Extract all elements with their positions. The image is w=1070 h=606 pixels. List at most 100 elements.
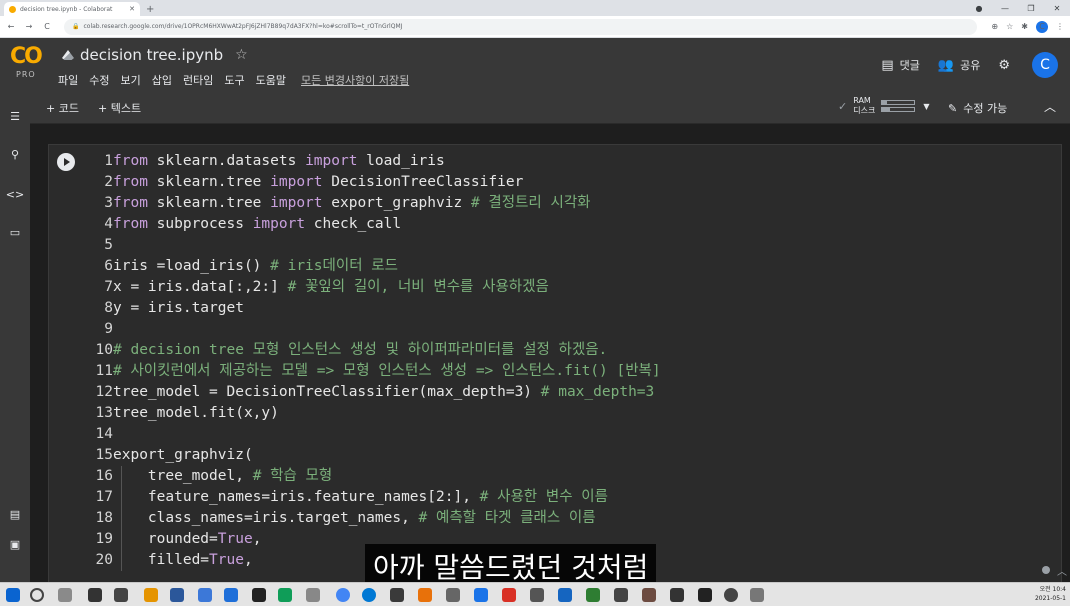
code-line[interactable]: 1 from sklearn.datasets import load_iris [87,151,1047,172]
close-window-button[interactable]: ✕ [1044,4,1070,13]
code-line[interactable]: 14 [87,424,1047,445]
code-line[interactable]: 18 class_names=iris.target_names, # 예측할 … [87,508,1047,529]
browser-profile-avatar[interactable]: C [1036,20,1048,33]
browser-menu-icon[interactable]: ⋮ [1056,22,1064,31]
app-icon[interactable] [502,588,516,602]
colab-header: CO PRO decision tree.ipynb ☆ 파일 수정 보기 삽입… [0,38,1070,94]
app-icon[interactable] [390,588,404,602]
bookmark-star-icon[interactable]: ☆ [1006,22,1013,31]
collapse-header-icon[interactable]: ︿ [1044,98,1056,115]
code-line[interactable]: 4 from subprocess import check_call [87,214,1047,235]
code-line[interactable]: 6 iris =load_iris() # iris데이터 로드 [87,256,1047,277]
save-status-link[interactable]: 모든 변경사항이 저장됨 [301,72,409,88]
app-icon[interactable] [750,588,764,602]
search-taskbar-icon[interactable] [30,588,44,602]
menu-edit[interactable]: 수정 [89,72,109,88]
app-icon[interactable] [474,588,488,602]
resource-dropdown-icon[interactable]: ▼ [923,102,929,111]
menu-tools[interactable]: 도구 [224,72,244,88]
menu-view[interactable]: 보기 [121,72,141,88]
edit-mode-button[interactable]: ✎ 수정 가능 [948,100,1007,116]
folder-icon[interactable]: ▭ [0,226,30,239]
new-tab-button[interactable]: + [146,4,154,15]
code-editor[interactable]: 1 from sklearn.datasets import load_iris 2… [87,151,1047,571]
comment-button[interactable]: ▤ 댓글 [881,57,920,73]
url-input[interactable]: 🔒 colab.research.google.com/drive/1OPRcM… [64,18,978,35]
minimize-button[interactable]: — [992,4,1018,13]
app-icon[interactable] [198,588,212,602]
run-cell-button[interactable] [57,153,75,171]
lock-icon: 🔒 [72,23,80,30]
code-line[interactable]: 12 tree_model = DecisionTreeClassifier(ma… [87,382,1047,403]
code-line[interactable]: 15 export_graphviz( [87,445,1047,466]
code-line[interactable]: 10 # decision tree 모형 인스턴스 생성 및 하이퍼파라미터를 … [87,340,1047,361]
code-cell[interactable]: 1 from sklearn.datasets import load_iris 2… [48,144,1062,584]
add-code-button[interactable]: + 코드 [46,100,79,116]
user-avatar[interactable]: C [1032,52,1058,78]
app-icon[interactable] [88,588,102,602]
app-icon[interactable] [278,588,292,602]
record-icon[interactable]: ● [966,4,992,13]
code-token: class_names=iris.target_names, [113,510,419,526]
code-line[interactable]: 2 from sklearn.tree import DecisionTreeCl… [87,172,1047,193]
share-button[interactable]: 👥 공유 [938,57,980,73]
app-icon[interactable] [698,588,712,602]
browser-tab[interactable]: decision tree.ipynb - Colaborat ✕ [4,2,140,16]
menu-help[interactable]: 도움말 [256,72,286,88]
app-icon[interactable] [114,588,128,602]
add-text-button[interactable]: + 텍스트 [98,100,141,116]
app-icon[interactable] [670,588,684,602]
code-line[interactable]: 13 tree_model.fit(x,y) [87,403,1047,424]
windows-start-icon[interactable] [6,588,20,602]
menu-file[interactable]: 파일 [58,72,78,88]
back-arrow-icon[interactable]: ← [4,22,18,31]
resource-monitor[interactable]: ✓ RAM 디스크 ▼ [838,96,929,116]
edge-icon[interactable] [362,588,376,602]
zoom-icon[interactable]: ⊕ [991,22,998,31]
vscode-icon[interactable] [224,588,238,602]
code-line[interactable]: 7x = iris.data[:,2:] # 꽃잎의 길이, 너비 변수를 사용… [87,277,1047,298]
app-icon[interactable] [418,588,432,602]
ram-label: RAM [853,96,871,105]
code-snippets-icon[interactable]: <> [0,188,30,201]
reload-icon[interactable]: C [40,22,54,31]
menu-runtime[interactable]: 런타임 [183,72,213,88]
extensions-icon[interactable]: ✱ [1021,22,1028,31]
menu-insert[interactable]: 삽입 [152,72,172,88]
app-icon[interactable] [446,588,460,602]
forward-arrow-icon[interactable]: → [22,22,36,31]
terminal-icon[interactable]: ▣ [0,538,30,551]
app-icon[interactable] [558,588,572,602]
app-icon[interactable] [642,588,656,602]
chrome-icon[interactable] [336,588,350,602]
line-number: 9 [104,321,113,337]
code-line[interactable]: 5 [87,235,1047,256]
app-icon[interactable] [614,588,628,602]
app-icon[interactable] [252,588,266,602]
app-icon[interactable] [170,588,184,602]
code-line[interactable]: 17 feature_names=iris.feature_names[2:],… [87,487,1047,508]
close-tab-icon[interactable]: ✕ [129,5,135,13]
search-icon[interactable]: ⚲ [0,148,30,161]
code-line[interactable]: 11 # 사이킷런에서 제공하는 모델 => 모형 인스턴스 생성 => 인스턴스… [87,361,1047,382]
toc-icon[interactable]: ☰ [0,110,30,123]
colab-logo[interactable]: CO PRO [10,46,44,86]
code-line[interactable]: 3 from sklearn.tree import export_graphvi… [87,193,1047,214]
maximize-button[interactable]: ❐ [1018,4,1044,13]
code-line[interactable]: 8y = iris.target [87,298,1047,319]
command-palette-icon[interactable]: ▤ [0,508,30,521]
app-icon[interactable] [306,588,320,602]
code-comment: # 결정트리 시각화 [470,195,591,211]
app-icon[interactable] [724,588,738,602]
settings-button[interactable]: ⚙ [998,58,1016,73]
task-view-icon[interactable] [58,588,72,602]
chevron-up-icon[interactable]: ︿ [1057,563,1067,578]
app-icon[interactable] [586,588,600,602]
notebook-title[interactable]: decision tree.ipynb [80,46,223,64]
code-line[interactable]: 16 tree_model, # 학습 모형 [87,466,1047,487]
app-icon[interactable] [530,588,544,602]
star-icon[interactable]: ☆ [235,47,248,63]
file-explorer-icon[interactable] [144,588,158,602]
code-line[interactable]: 9 [87,319,1047,340]
taskbar-clock[interactable]: 오전 10:4 2021-05-1 [1035,585,1066,603]
